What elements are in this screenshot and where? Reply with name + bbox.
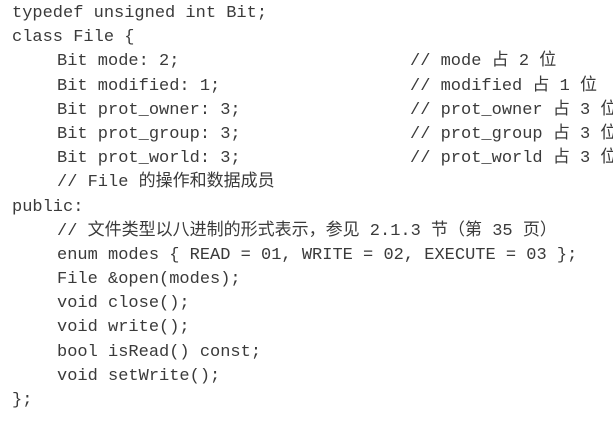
code-text: Bit prot_group: 3; [57, 124, 241, 144]
code-comment: // prot_world 占 3 位 [410, 149, 613, 169]
code-text: File &open(modes); [57, 270, 241, 290]
code-text: void close(); [57, 294, 190, 314]
code-text: Bit modified: 1; [57, 76, 221, 96]
code-comment: // modified 占 1 位 [410, 76, 598, 96]
code-text: Bit prot_owner: 3; [57, 100, 241, 120]
code-text: Bit prot_world: 3; [57, 149, 241, 169]
code-comment: // prot_owner 占 3 位 [410, 100, 613, 120]
code-text: }; [12, 391, 33, 410]
code-text: typedef unsigned int Bit; [12, 4, 268, 23]
code-text: Bit mode: 2; [57, 52, 180, 72]
code-text: void write(); [57, 318, 190, 338]
code-comment: // mode 占 2 位 [410, 52, 557, 72]
code-text: void setWrite(); [57, 366, 221, 386]
code-text: enum modes { READ = 01, WRITE = 02, EXEC… [57, 245, 578, 265]
code-text: bool isRead() const; [57, 342, 262, 362]
code-text: // File 的操作和数据成员 [57, 173, 275, 193]
code-text: public: [12, 197, 84, 217]
code-text: // 文件类型以八进制的形式表示，参见 2.1.3 节（第 35 页） [57, 221, 557, 241]
code-text: class File { [12, 28, 135, 48]
code-comment: // prot_group 占 3 位 [410, 124, 613, 144]
